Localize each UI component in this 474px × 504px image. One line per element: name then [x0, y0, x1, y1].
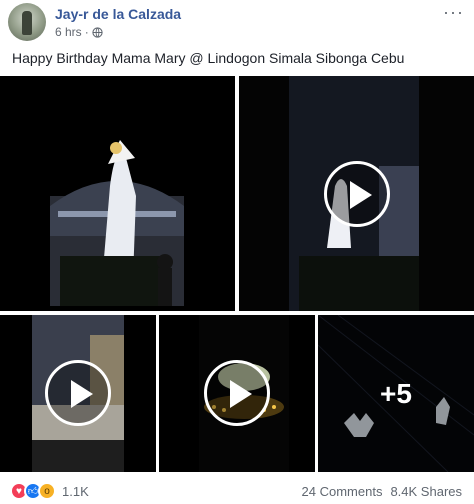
more-photos-count[interactable]: +5 [318, 315, 474, 472]
avatar[interactable] [8, 3, 46, 41]
shares-count[interactable]: 8.4K Shares [390, 484, 462, 499]
post-time[interactable]: 6 hrs [55, 25, 82, 39]
media-more-overlay[interactable]: +5 [318, 315, 474, 472]
play-icon[interactable] [45, 360, 111, 426]
play-icon[interactable] [204, 360, 270, 426]
author-name[interactable]: Jay-r de la Calzada [55, 6, 181, 22]
post-meta: 6 hrs · [55, 25, 103, 39]
media-video-1[interactable] [239, 76, 474, 311]
post-text: Happy Birthday Mama Mary @ Lindogon Sima… [12, 50, 405, 66]
comments-count[interactable]: 24 Comments [302, 484, 383, 499]
play-icon[interactable] [324, 161, 390, 227]
media-photo-1[interactable] [0, 76, 235, 311]
media-video-2[interactable] [0, 315, 156, 472]
engagement-counts: 24 Comments 8.4K Shares [302, 484, 462, 499]
post-header: Jay-r de la Calzada 6 hrs · ··· [0, 0, 474, 44]
reactions-summary[interactable]: ♥ 👍︎ o 1.1K [10, 482, 89, 500]
reaction-count[interactable]: 1.1K [62, 484, 89, 499]
media-video-3[interactable] [159, 315, 315, 472]
post-footer: ♥ 👍︎ o 1.1K 24 Comments 8.4K Shares [0, 478, 474, 504]
wow-icon: o [38, 482, 56, 500]
globe-icon [92, 26, 103, 38]
more-options-icon[interactable]: ··· [443, 2, 464, 23]
